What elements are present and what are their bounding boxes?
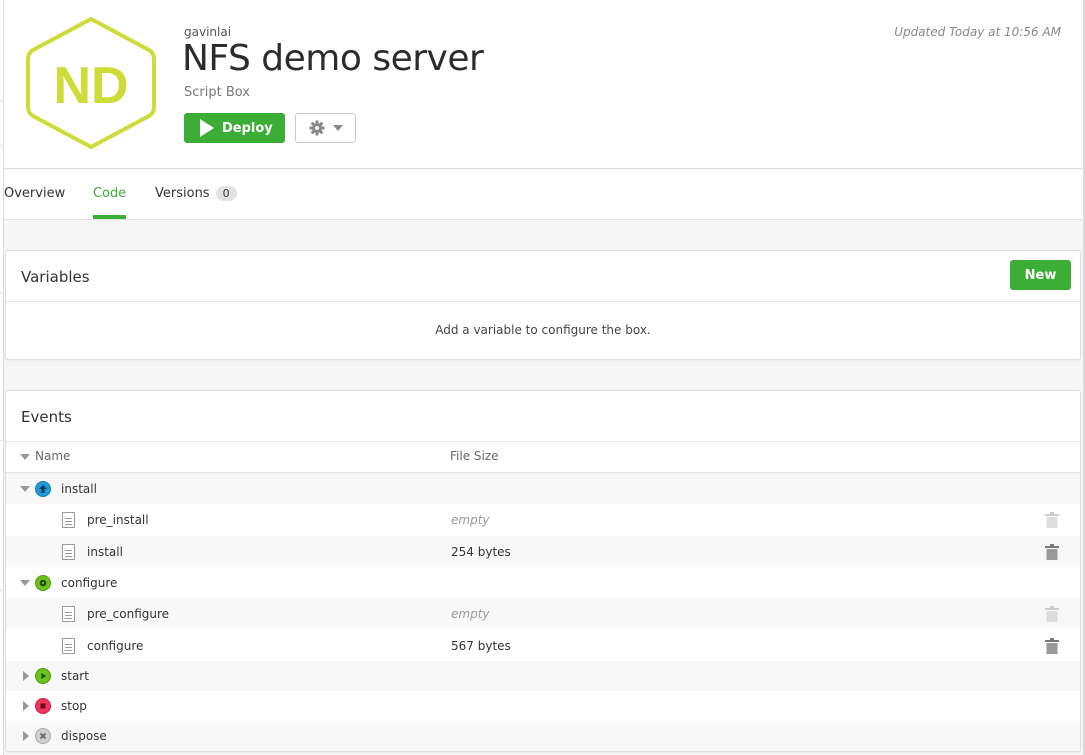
file-size: empty: [451, 512, 490, 527]
tab-label: Code: [93, 186, 127, 201]
tab-code[interactable]: Code: [93, 186, 127, 219]
file-size: 254 bytes: [451, 544, 511, 559]
trash-icon[interactable]: [1045, 637, 1059, 654]
expand-caret-icon[interactable]: [23, 701, 29, 711]
file-name: pre_install: [87, 512, 149, 527]
box-header: ND gavinlai NFS demo server Script Box D…: [4, 0, 1083, 169]
file-row[interactable]: pre_configure empty: [6, 598, 1080, 629]
expand-caret-icon[interactable]: [20, 579, 30, 586]
file-icon: [62, 637, 75, 654]
logo-initials: ND: [53, 57, 128, 115]
x-icon: [35, 728, 51, 744]
play-icon: [35, 668, 51, 684]
gear-icon: [35, 574, 51, 591]
event-name: dispose: [61, 729, 107, 743]
file-icon: [62, 543, 75, 560]
file-icon: [62, 511, 75, 528]
deploy-button[interactable]: Deploy: [184, 113, 285, 143]
file-row[interactable]: install 254 bytes: [6, 536, 1080, 567]
trash-icon[interactable]: [1045, 605, 1059, 622]
tab-label: Overview: [4, 186, 66, 201]
variables-panel: Variables New Add a variable to configur…: [5, 250, 1081, 360]
settings-dropdown-button[interactable]: [295, 113, 356, 143]
events-title: Events: [21, 408, 72, 426]
tab-overview[interactable]: Overview: [4, 186, 65, 201]
file-row[interactable]: configure 567 bytes: [6, 630, 1080, 661]
box-type: Script Box: [184, 85, 251, 100]
file-size: 567 bytes: [451, 638, 511, 653]
variables-title: Variables: [21, 268, 90, 286]
event-row-install[interactable]: install: [6, 473, 1080, 504]
trash-icon[interactable]: [1045, 511, 1059, 528]
new-variable-button[interactable]: New: [1010, 260, 1071, 290]
column-label: Name: [35, 449, 71, 463]
updated-timestamp: Updated Today at 10:56 AM: [894, 25, 1061, 39]
event-row-configure[interactable]: configure: [6, 567, 1080, 598]
divider: [6, 441, 1080, 442]
stop-icon: [35, 698, 51, 714]
expand-caret-icon[interactable]: [23, 671, 29, 681]
file-row[interactable]: pre_install empty: [6, 504, 1080, 535]
page-title: NFS demo server: [182, 38, 484, 79]
event-name: stop: [61, 699, 87, 713]
file-icon: [62, 605, 75, 622]
sort-desc-icon: [20, 453, 30, 460]
versions-count-badge: 0: [215, 186, 237, 201]
file-size: empty: [451, 606, 490, 621]
file-name: install: [87, 544, 123, 559]
tab-bar: Overview Code Versions 0: [4, 170, 1083, 220]
chevron-down-icon: [332, 125, 343, 131]
expand-caret-icon[interactable]: [23, 731, 29, 741]
expand-caret-icon[interactable]: [20, 485, 30, 492]
file-name: configure: [87, 638, 144, 653]
divider: [6, 301, 1080, 302]
deploy-label: Deploy: [222, 120, 273, 136]
file-name: pre_configure: [87, 606, 170, 621]
event-row-stop[interactable]: stop: [6, 691, 1080, 721]
name-column-header[interactable]: Name: [20, 449, 70, 463]
event-name: configure: [61, 575, 118, 590]
event-row-dispose[interactable]: dispose: [6, 721, 1080, 751]
tab-label: Versions: [155, 186, 210, 201]
owner-name[interactable]: gavinlai: [184, 25, 231, 39]
arrow-up-icon: [35, 480, 51, 497]
trash-icon[interactable]: [1045, 543, 1059, 560]
event-name: install: [61, 481, 97, 496]
left-edge: [0, 0, 4, 755]
events-panel: Events Name File Size install pre_instal…: [5, 390, 1081, 752]
play-icon: [200, 119, 214, 137]
variables-empty-message: Add a variable to configure the box.: [435, 323, 651, 337]
event-row-start[interactable]: start: [6, 661, 1080, 691]
event-name: start: [61, 669, 89, 683]
gear-icon: [309, 120, 324, 136]
tab-versions[interactable]: Versions 0: [155, 186, 237, 201]
file-size-column-header[interactable]: File Size: [450, 449, 499, 463]
box-logo: ND: [26, 17, 156, 149]
